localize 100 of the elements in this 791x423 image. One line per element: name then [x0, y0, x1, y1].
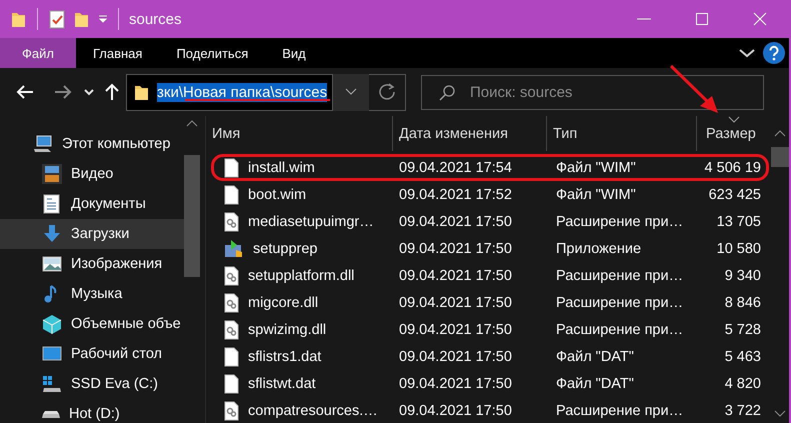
chevron-down-icon: [774, 410, 786, 417]
document-icon: [42, 194, 62, 214]
sidebar-item[interactable]: SSD Eva (C:): [0, 369, 184, 399]
size-cell-text: 13 705: [716, 214, 762, 230]
chevron-down-icon: [345, 88, 357, 96]
size-cell-text: 9 340: [724, 268, 762, 284]
date-cell-text: 09.04.2021 17:50: [398, 322, 513, 338]
file-name-cell[interactable]: setupprep: [211, 238, 398, 258]
size-cell-text: 5 728: [724, 322, 762, 338]
up-icon: [104, 83, 120, 101]
date-cell-text: 09.04.2021 17:50: [398, 240, 513, 256]
computer-icon: [33, 135, 53, 153]
file-icon: [224, 158, 239, 178]
type-cell-text: Расширение при…: [555, 268, 684, 284]
date-cell-text: 09.04.2021 17:50: [398, 348, 513, 364]
file-name-cell[interactable]: compatresources.…: [211, 400, 398, 420]
chevron-up-icon: [774, 130, 786, 137]
folder-icon: [134, 83, 149, 101]
sidebar-item[interactable]: Изображения: [0, 249, 184, 279]
size-cell-text: 623 425: [708, 186, 762, 202]
sidebar-item[interactable]: Объемные объе: [0, 309, 184, 339]
file-name-cell[interactable]: mediasetupuimgr…: [211, 212, 398, 232]
window-title: sources: [129, 10, 183, 28]
sidebar-item[interactable]: Музыка: [0, 279, 184, 309]
file-name-cell[interactable]: spwizimg.dll: [211, 320, 398, 340]
date-cell-text: 09.04.2021 17:50: [398, 294, 513, 310]
address-field[interactable]: зки\Новая папка\sources: [126, 74, 333, 110]
gear-file-icon: [224, 400, 239, 420]
file-name-cell[interactable]: sflistwt.dat: [211, 374, 398, 394]
forward-icon: [54, 83, 72, 101]
date-cell-text: 09.04.2021 17:54: [398, 160, 513, 176]
gear-file-icon: [224, 266, 239, 286]
file-name-cell[interactable]: boot.wim: [211, 184, 398, 204]
installer-icon: [224, 238, 244, 258]
size-cell-text: 8 846: [724, 294, 762, 310]
type-cell-text: Файл "DAT": [555, 348, 635, 364]
back-button[interactable]: [16, 83, 34, 101]
date-cell-text: 09.04.2021 17:50: [398, 268, 513, 284]
file-name-cell[interactable]: migcore.dll: [211, 292, 398, 312]
sidebar-item[interactable]: Рабочий стол: [0, 339, 184, 369]
column-header[interactable]: Дата изменения: [393, 116, 547, 151]
sidebar-item[interactable]: Hot (D:): [0, 399, 184, 423]
arrow-annotation: [670, 64, 718, 113]
column-header[interactable]: Размер: [697, 116, 771, 151]
folder-icon: [74, 10, 89, 28]
ribbon-tab[interactable]: Файл: [0, 38, 76, 68]
chevron-down-icon: [739, 48, 755, 58]
type-cell-text: Расширение при…: [555, 214, 684, 230]
sidebar-item[interactable]: Загрузки: [0, 219, 184, 249]
refresh-icon: [378, 83, 396, 101]
drive-icon: [42, 410, 60, 418]
date-cell-text: 09.04.2021 17:50: [398, 402, 513, 418]
size-cell-text: 10 580: [716, 240, 762, 256]
column-header[interactable]: Имя: [206, 116, 393, 151]
file-name-cell[interactable]: install.wim: [211, 158, 398, 178]
date-cell-text: 09.04.2021 17:52: [398, 186, 513, 202]
picture-icon: [42, 254, 62, 274]
search-icon: [439, 84, 455, 100]
file-icon: [224, 184, 239, 204]
sort-caret-icon: [728, 116, 740, 123]
type-cell-text: Расширение при…: [555, 322, 684, 338]
size-cell-text: 3 722: [724, 402, 762, 418]
type-cell-text: Приложение: [555, 240, 642, 256]
forward-button[interactable]: [54, 83, 72, 101]
size-cell-text: 5 463: [724, 348, 762, 364]
search-field[interactable]: Поиск: sources: [421, 74, 764, 110]
ribbon-tab[interactable]: Поделиться: [159, 38, 266, 68]
file-name-cell[interactable]: setupplatform.dll: [211, 266, 398, 286]
dropdown-caret-icon: [98, 14, 108, 24]
refresh-button[interactable]: [369, 74, 406, 110]
scrollbar-thumb[interactable]: [771, 147, 789, 167]
drive-icon: [42, 374, 62, 394]
down-arrow-icon: [42, 224, 62, 244]
size-cell-text: 4 506 19: [704, 160, 762, 176]
help-icon: [763, 42, 785, 64]
cube-icon: [42, 314, 62, 334]
file-name-cell[interactable]: sflistrs1.dat: [211, 346, 398, 366]
chevron-up-icon: [186, 120, 198, 127]
gear-file-icon: [224, 212, 239, 232]
gear-file-icon: [224, 292, 239, 312]
back-icon: [16, 83, 34, 101]
up-button[interactable]: [104, 83, 120, 101]
type-cell-text: Расширение при…: [555, 294, 684, 310]
type-cell-text: Файл "WIM": [555, 186, 637, 202]
sidebar-item[interactable]: Видео: [0, 159, 184, 189]
minimize-icon: [637, 18, 651, 20]
ribbon-tab[interactable]: Главная: [76, 38, 160, 68]
notepad-check-icon: [49, 10, 65, 28]
column-header[interactable]: Тип: [547, 116, 697, 151]
ribbon-tab[interactable]: Вид: [265, 38, 323, 68]
sidebar-item[interactable]: Этот компьютер: [0, 129, 184, 159]
close-icon: [753, 12, 767, 26]
size-cell-text: 4 820: [724, 376, 762, 392]
scrollbar-thumb[interactable]: [184, 155, 200, 277]
sidebar-item[interactable]: Документы: [0, 189, 184, 219]
file-icon: [224, 346, 239, 366]
folder-icon: [11, 10, 26, 28]
maximize-icon: [695, 12, 709, 26]
gear-file-icon: [224, 320, 239, 340]
file-icon: [224, 374, 239, 394]
